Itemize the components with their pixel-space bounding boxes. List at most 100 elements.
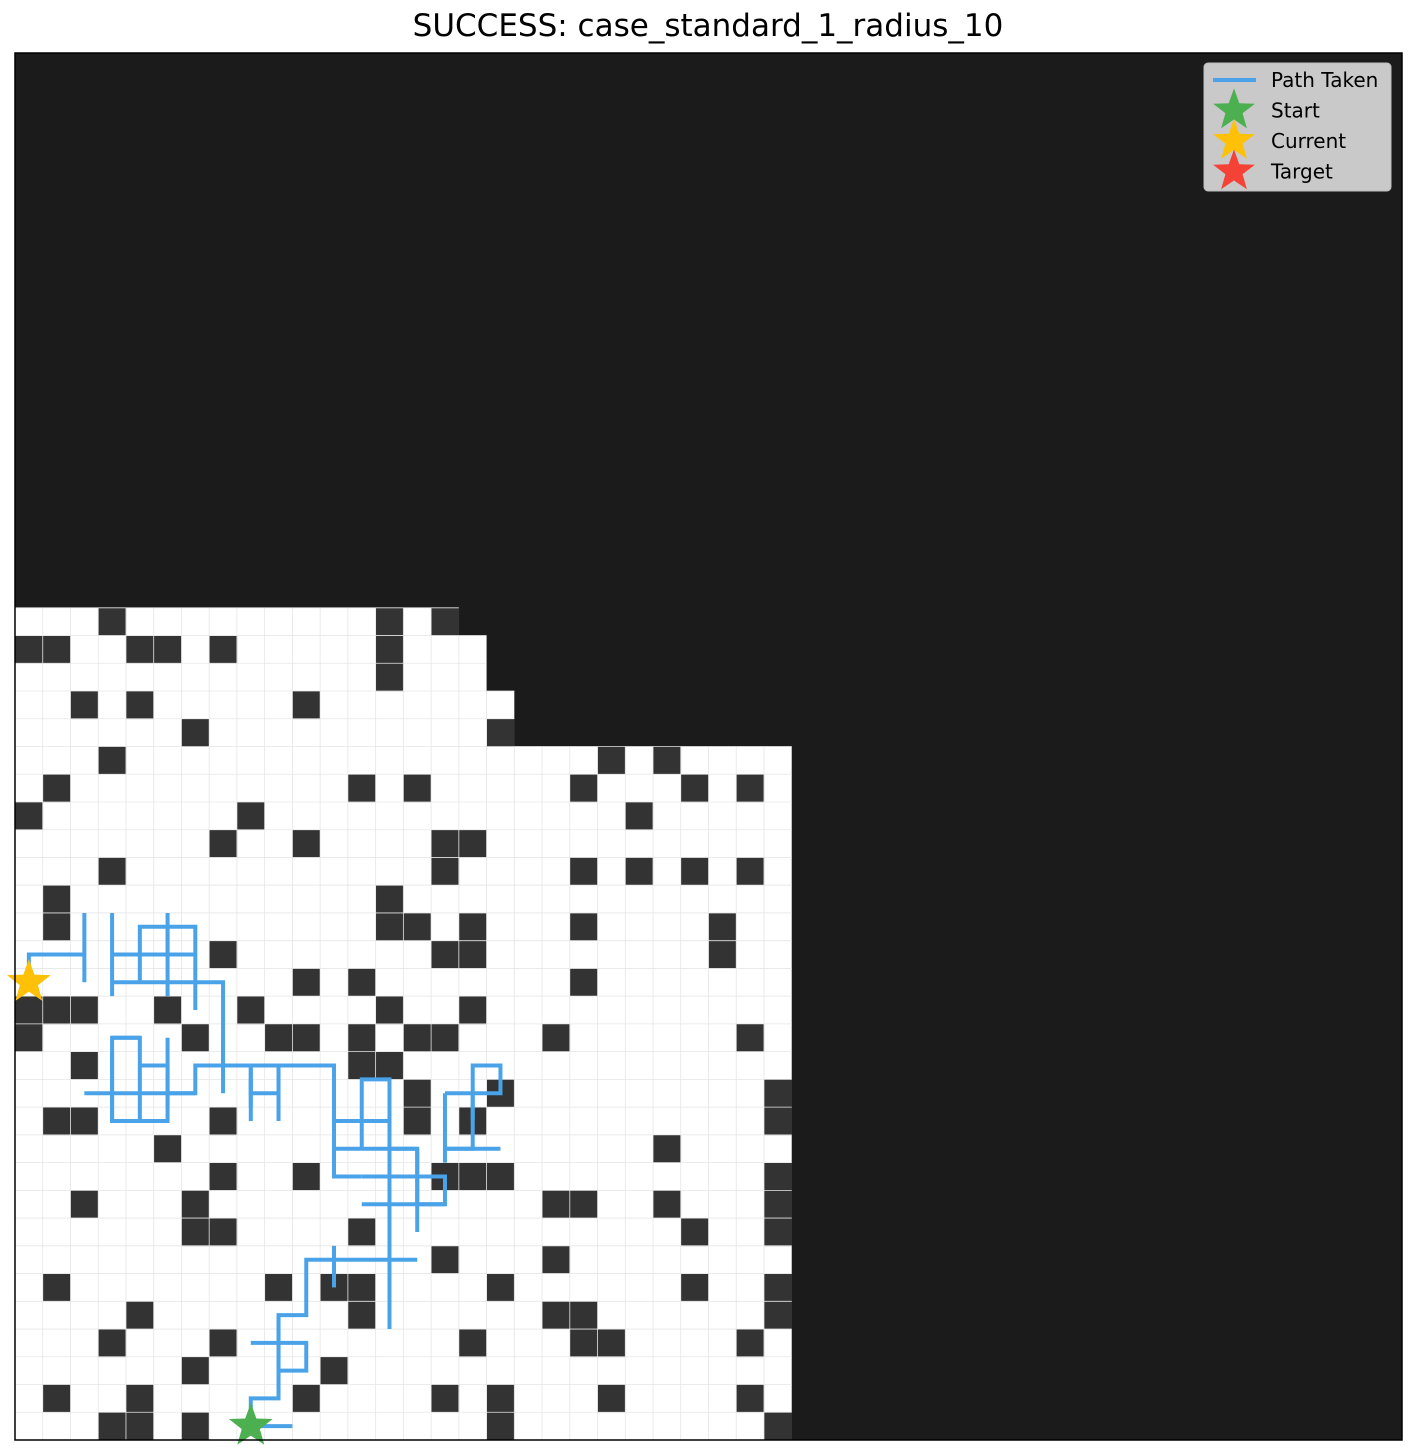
- obstacle-cell: [98, 746, 127, 775]
- obstacle-cell: [569, 1190, 598, 1219]
- obstacle-cell: [98, 857, 127, 886]
- obstacle-cell: [486, 1412, 515, 1441]
- obstacle-cell: [708, 912, 737, 941]
- obstacle-cell: [403, 1079, 432, 1108]
- obstacle-cell: [375, 885, 404, 914]
- obstacle-cell: [431, 829, 460, 858]
- obstacle-cell: [181, 1218, 210, 1247]
- obstacle-cell: [375, 912, 404, 941]
- obstacle-cell: [569, 857, 598, 886]
- legend-label: Current: [1271, 129, 1346, 153]
- obstacle-cell: [209, 1218, 238, 1247]
- obstacle-cell: [264, 1023, 293, 1052]
- obstacle-cell: [98, 1412, 127, 1441]
- obstacle-cell: [15, 801, 44, 831]
- obstacle-cell: [209, 1329, 238, 1358]
- obstacle-cell: [292, 1384, 321, 1413]
- obstacle-cell: [153, 1134, 182, 1163]
- obstacle-cell: [292, 691, 321, 720]
- obstacle-cell: [320, 1356, 349, 1385]
- obstacle-cell: [15, 996, 44, 1025]
- obstacle-cell: [763, 1162, 793, 1191]
- obstacle-cell: [125, 691, 154, 720]
- obstacle-cell: [653, 1190, 682, 1219]
- obstacle-cell: [625, 801, 654, 831]
- obstacle-cell: [542, 1245, 571, 1274]
- obstacle-cell: [347, 1051, 376, 1080]
- obstacle-cell: [15, 635, 44, 664]
- legend-label: Path Taken: [1271, 68, 1378, 92]
- obstacle-cell: [486, 1273, 515, 1302]
- obstacle-cell: [763, 1301, 793, 1330]
- obstacle-cell: [736, 774, 765, 803]
- obstacle-cell: [42, 774, 71, 803]
- obstacle-cell: [375, 1051, 404, 1080]
- obstacle-cell: [653, 746, 682, 775]
- obstacle-cell: [569, 968, 598, 997]
- obstacle-cell: [209, 1162, 238, 1191]
- obstacle-cell: [763, 1218, 793, 1247]
- obstacle-cell: [347, 1273, 376, 1302]
- obstacle-cell: [763, 1273, 793, 1302]
- free-row: [15, 635, 487, 664]
- obstacle-cell: [375, 607, 404, 636]
- obstacle-cell: [458, 996, 487, 1025]
- obstacle-cell: [625, 857, 654, 886]
- obstacle-cell: [458, 1329, 487, 1358]
- obstacle-cell: [209, 829, 238, 858]
- obstacle-cell: [292, 968, 321, 997]
- obstacle-cell: [347, 774, 376, 803]
- obstacle-cell: [209, 635, 238, 664]
- obstacle-cell: [569, 1301, 598, 1330]
- obstacle-cell: [375, 635, 404, 664]
- obstacle-cell: [70, 1190, 99, 1219]
- obstacle-cell: [458, 829, 487, 858]
- obstacle-cell: [597, 746, 626, 775]
- obstacle-cell: [763, 1412, 793, 1441]
- obstacle-cell: [763, 1079, 793, 1108]
- obstacle-cell: [42, 996, 71, 1025]
- obstacle-cell: [153, 635, 182, 664]
- obstacle-cell: [347, 1023, 376, 1052]
- obstacle-cell: [125, 635, 154, 664]
- obstacle-cell: [125, 1301, 154, 1330]
- obstacle-cell: [597, 1329, 626, 1358]
- obstacle-cell: [181, 1356, 210, 1385]
- obstacle-cell: [736, 857, 765, 886]
- obstacle-cell: [70, 1051, 99, 1080]
- obstacle-cell: [181, 718, 210, 747]
- obstacle-cell: [680, 1273, 709, 1302]
- obstacle-cell: [542, 1301, 571, 1330]
- obstacle-cell: [98, 1329, 127, 1358]
- obstacle-cell: [347, 1301, 376, 1330]
- obstacle-cell: [181, 1412, 210, 1441]
- obstacle-cell: [431, 940, 460, 969]
- obstacle-cell: [70, 1107, 99, 1136]
- obstacle-cell: [42, 1273, 71, 1302]
- obstacle-cell: [70, 996, 99, 1025]
- obstacle-cell: [458, 1162, 487, 1191]
- obstacle-cell: [736, 1023, 765, 1052]
- legend-label: Start: [1271, 99, 1320, 123]
- obstacle-cell: [680, 857, 709, 886]
- obstacle-cell: [236, 801, 265, 831]
- obstacle-cell: [458, 912, 487, 941]
- obstacle-cell: [98, 607, 127, 636]
- obstacle-cell: [431, 607, 460, 636]
- obstacle-cell: [209, 1107, 238, 1136]
- obstacle-cell: [153, 996, 182, 1025]
- obstacle-cell: [403, 1023, 432, 1052]
- obstacle-cell: [403, 912, 432, 941]
- obstacle-cell: [569, 1329, 598, 1358]
- obstacle-cell: [375, 996, 404, 1025]
- obstacle-cell: [542, 1190, 571, 1219]
- obstacle-cell: [763, 1107, 793, 1136]
- obstacle-cell: [236, 996, 265, 1025]
- obstacle-cell: [708, 940, 737, 969]
- legend: Path Taken Start Current Target: [1203, 62, 1392, 192]
- obstacle-cell: [181, 1190, 210, 1219]
- obstacle-cell: [403, 1107, 432, 1136]
- obstacle-cell: [42, 1384, 71, 1413]
- maze-chart: Path Taken Start Current Target: [7, 52, 1403, 1445]
- obstacle-cell: [292, 1023, 321, 1052]
